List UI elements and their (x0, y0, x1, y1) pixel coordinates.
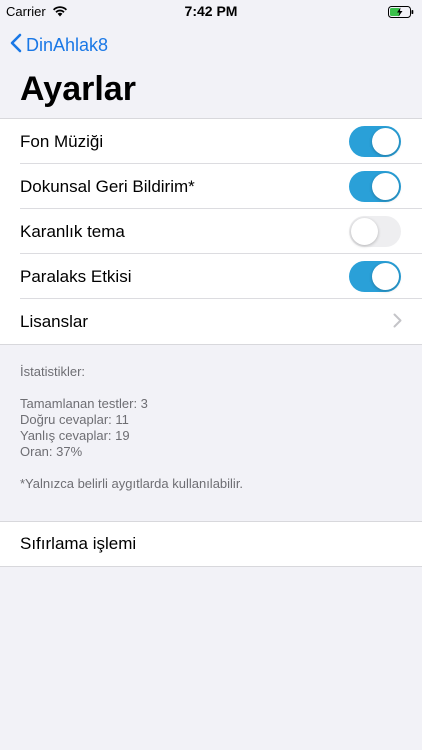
toggle-knob (351, 218, 378, 245)
chevron-left-icon (10, 33, 22, 58)
row-label: Dokunsal Geri Bildirim* (20, 176, 195, 196)
row-label: Lisanslar (20, 311, 89, 331)
back-button-label: DinAhlak8 (26, 34, 109, 55)
footnote: *Yalnızca belirli aygıtlarda kullanılabi… (20, 476, 244, 491)
battery-charging-icon (388, 5, 414, 18)
settings-row-licenses[interactable]: Lisanslar (0, 299, 422, 344)
page-title: Ayarlar (20, 70, 136, 108)
correct-answers: Doğru cevaplar: 11 (20, 412, 129, 427)
toggle-knob (372, 263, 399, 290)
settings-row-background-music: Fon Müziği (0, 119, 422, 164)
back-button[interactable]: DinAhlak8 (10, 31, 108, 59)
statistics-section: İstatistikler: Tamamlanan testler: 3 Doğ… (20, 364, 243, 492)
row-label: Paralaks Etkisi (20, 266, 132, 286)
settings-row-parallax-effect: Paralaks Etkisi (0, 254, 422, 299)
row-label: Fon Müziği (20, 131, 104, 151)
status-bar: Carrier 7:42 PM (0, 0, 422, 22)
status-time: 7:42 PM (184, 3, 238, 19)
row-label: Karanlık tema (20, 221, 125, 241)
dark-theme-toggle[interactable] (349, 216, 401, 247)
success-ratio: Oran: 37% (20, 444, 83, 459)
parallax-effect-toggle[interactable] (349, 261, 401, 292)
haptic-feedback-toggle[interactable] (349, 171, 401, 202)
completed-tests: Tamamlanan testler: 3 (20, 396, 148, 411)
settings-row-dark-theme: Karanlık tema (0, 209, 422, 254)
reset-label: Sıfırlama işlemi (20, 534, 137, 553)
statistics-title: İstatistikler: (20, 364, 86, 379)
wrong-answers: Yanlış cevaplar: 19 (20, 428, 130, 443)
background-music-toggle[interactable] (349, 126, 401, 157)
chevron-right-icon (393, 313, 402, 333)
reset-button[interactable]: Sıfırlama işlemi (0, 521, 422, 567)
toggle-knob (372, 128, 399, 155)
settings-group: Fon Müziği Dokunsal Geri Bildirim* Karan… (0, 118, 422, 345)
toggle-knob (372, 173, 399, 200)
settings-row-haptic-feedback: Dokunsal Geri Bildirim* (0, 164, 422, 209)
navigation-bar: DinAhlak8 (0, 22, 422, 68)
